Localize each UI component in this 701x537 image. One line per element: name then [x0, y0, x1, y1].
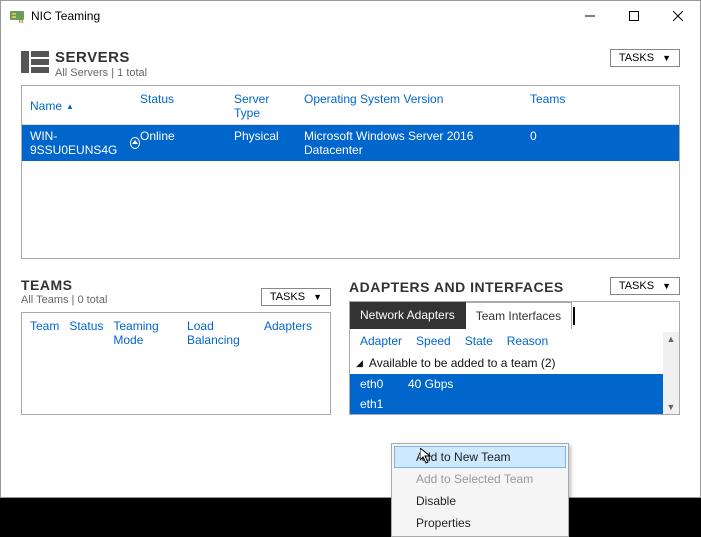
context-menu: Add to New Team Add to Selected Team Dis…: [391, 443, 569, 537]
adapters-panel: Network Adapters Team Interfaces Adapter…: [349, 301, 680, 415]
col-status[interactable]: Status: [140, 92, 234, 120]
col-adapters[interactable]: Adapters: [264, 319, 322, 347]
close-icon: [673, 11, 683, 21]
col-state[interactable]: State: [465, 334, 493, 348]
sort-asc-icon: ▲: [66, 102, 74, 111]
tab-network-adapters[interactable]: Network Adapters: [350, 302, 466, 329]
teams-subtitle: All Teams | 0 total: [21, 294, 107, 306]
adapters-title: ADAPTERS AND INTERFACES: [349, 279, 564, 295]
col-team[interactable]: Team: [30, 319, 69, 347]
col-teaming-mode[interactable]: Teaming Mode: [113, 319, 187, 347]
scrollbar[interactable]: ▲ ▼: [663, 332, 679, 414]
nic-teaming-window: NIC Teaming SERVERS All Servers: [0, 0, 701, 498]
col-adapter[interactable]: Adapter: [360, 334, 402, 348]
adapter-row[interactable]: eth0 40 Gbps: [350, 374, 679, 394]
servers-tasks-button[interactable]: TASKS ▼: [610, 49, 680, 67]
scroll-up-icon[interactable]: ▲: [667, 334, 676, 344]
adapters-tasks-button[interactable]: TASKS ▼: [610, 277, 680, 295]
window-title: NIC Teaming: [31, 9, 568, 23]
servers-columns: Name▲ Status Server Type Operating Syste…: [22, 86, 679, 125]
col-server-type[interactable]: Server Type: [234, 92, 304, 120]
col-team-status[interactable]: Status: [69, 319, 113, 347]
adapter-tabs: Network Adapters Team Interfaces: [350, 302, 679, 329]
nic-icon: [9, 8, 25, 24]
maximize-icon: [629, 11, 639, 21]
text-cursor: [573, 307, 575, 325]
mouse-cursor-icon: [420, 448, 436, 464]
chevron-down-icon: ▼: [662, 53, 671, 63]
col-load-balancing[interactable]: Load Balancing: [187, 319, 264, 347]
servers-title: SERVERS: [55, 49, 147, 66]
menu-properties[interactable]: Properties: [394, 512, 566, 534]
minimize-button[interactable]: [568, 1, 612, 31]
chevron-down-icon: ▼: [313, 292, 322, 302]
servers-grid: Name▲ Status Server Type Operating Syste…: [21, 85, 680, 259]
chevron-down-icon: ▼: [662, 281, 671, 291]
menu-add-to-selected-team[interactable]: Add to Selected Team: [394, 468, 566, 490]
refresh-icon: [130, 137, 140, 149]
adapters-header: ADAPTERS AND INTERFACES TASKS ▼: [349, 277, 680, 295]
col-speed[interactable]: Speed: [416, 334, 451, 348]
teams-title: TEAMS: [21, 277, 107, 293]
titlebar: NIC Teaming: [1, 1, 700, 31]
server-row[interactable]: WIN-9SSU0EUNS4G Online Physical Microsof…: [22, 125, 679, 161]
teams-tasks-button[interactable]: TASKS ▼: [261, 288, 331, 306]
scroll-down-icon[interactable]: ▼: [667, 402, 676, 412]
servers-icon: [21, 51, 49, 73]
maximize-button[interactable]: [612, 1, 656, 31]
servers-subtitle: All Servers | 1 total: [55, 67, 147, 79]
servers-header: SERVERS All Servers | 1 total TASKS ▼: [21, 49, 680, 79]
col-reason[interactable]: Reason: [507, 334, 548, 348]
tab-team-interfaces[interactable]: Team Interfaces: [466, 302, 572, 329]
adapter-group-row[interactable]: ◢ Available to be added to a team (2): [350, 352, 679, 374]
close-button[interactable]: [656, 1, 700, 31]
col-os-version[interactable]: Operating System Version: [304, 92, 530, 120]
adapter-row[interactable]: eth1: [350, 394, 679, 414]
col-name[interactable]: Name▲: [30, 92, 140, 120]
menu-disable[interactable]: Disable: [394, 490, 566, 512]
collapse-icon: ◢: [356, 358, 363, 369]
teams-header: TEAMS All Teams | 0 total TASKS ▼: [21, 277, 331, 306]
col-teams[interactable]: Teams: [530, 92, 580, 120]
tasks-label: TASKS: [619, 52, 654, 64]
minimize-icon: [585, 11, 595, 21]
teams-grid: Team Status Teaming Mode Load Balancing …: [21, 312, 331, 415]
